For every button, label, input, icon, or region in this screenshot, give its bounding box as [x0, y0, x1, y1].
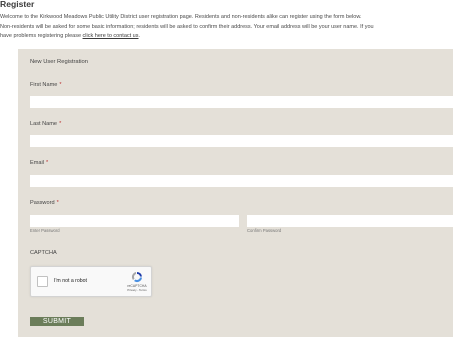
first-name-label-text: First Name: [30, 82, 58, 88]
recaptcha-terms-link[interactable]: Privacy - Terms: [122, 288, 152, 292]
registration-form: New User Registration First Name * Last N…: [18, 49, 453, 337]
last-name-input[interactable]: [30, 135, 453, 147]
captcha-label: CAPTCHA: [30, 250, 57, 256]
email-label: Email *: [30, 160, 48, 166]
recaptcha-widget: I'm not a robot reCAPTCHA Privacy - Term…: [30, 266, 152, 297]
recaptcha-checkbox[interactable]: [37, 276, 48, 287]
confirm-password-input[interactable]: [247, 215, 453, 227]
password-label-text: Password: [30, 200, 55, 206]
recaptcha-logo-icon: [131, 271, 142, 283]
intro-text: Welcome to the Kirkwood Meadows Public U…: [0, 13, 453, 42]
confirm-password-sublabel: Confirm Password: [247, 228, 282, 233]
required-marker: *: [56, 200, 59, 206]
intro-line-3: have problems registering please click h…: [0, 32, 453, 42]
required-marker: *: [46, 160, 49, 166]
intro-line-3-suffix: .: [138, 33, 141, 39]
last-name-label-text: Last Name: [30, 121, 58, 127]
form-title: New User Registration: [30, 59, 88, 65]
email-input[interactable]: [30, 175, 453, 187]
recaptcha-checkbox-label: I'm not a robot: [54, 278, 87, 284]
contact-us-link[interactable]: click here to contact us: [83, 33, 139, 39]
enter-password-input[interactable]: [30, 215, 239, 227]
email-label-text: Email: [30, 160, 44, 166]
required-marker: *: [59, 121, 62, 127]
enter-password-sublabel: Enter Password: [30, 228, 60, 233]
last-name-label: Last Name *: [30, 121, 61, 127]
password-label: Password *: [30, 200, 59, 206]
first-name-label: First Name *: [30, 82, 62, 88]
intro-line-2: Non-residents will be asked for some bas…: [0, 23, 374, 30]
page-title: Register: [0, 0, 35, 9]
submit-button[interactable]: SUBMIT: [30, 317, 84, 326]
required-marker: *: [59, 82, 62, 88]
intro-line-1: Welcome to the Kirkwood Meadows Public U…: [0, 14, 362, 20]
first-name-input[interactable]: [30, 96, 453, 108]
intro-line-3-prefix: have problems registering please: [0, 33, 83, 39]
